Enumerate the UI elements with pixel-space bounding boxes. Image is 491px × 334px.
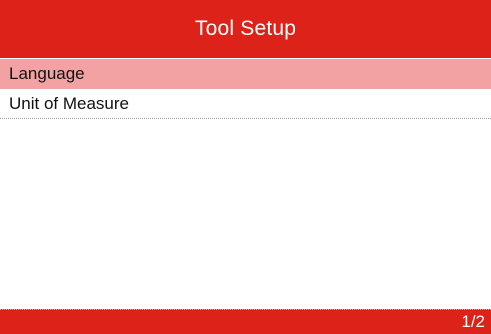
tool-setup-screen: Tool Setup Language Unit of Measure 1/2 — [0, 0, 491, 334]
menu-list: Language Unit of Measure — [0, 59, 491, 119]
page-title: Tool Setup — [194, 17, 297, 40]
page-indicator: 1/2 — [461, 312, 485, 331]
status-bar: 1/2 — [0, 309, 491, 334]
menu-item-language[interactable]: Language — [0, 59, 491, 89]
menu-item-unit-of-measure[interactable]: Unit of Measure — [0, 89, 491, 119]
menu-item-label: Unit of Measure — [9, 93, 129, 113]
title-bar: Tool Setup — [0, 0, 491, 58]
menu-item-label: Language — [9, 63, 85, 83]
